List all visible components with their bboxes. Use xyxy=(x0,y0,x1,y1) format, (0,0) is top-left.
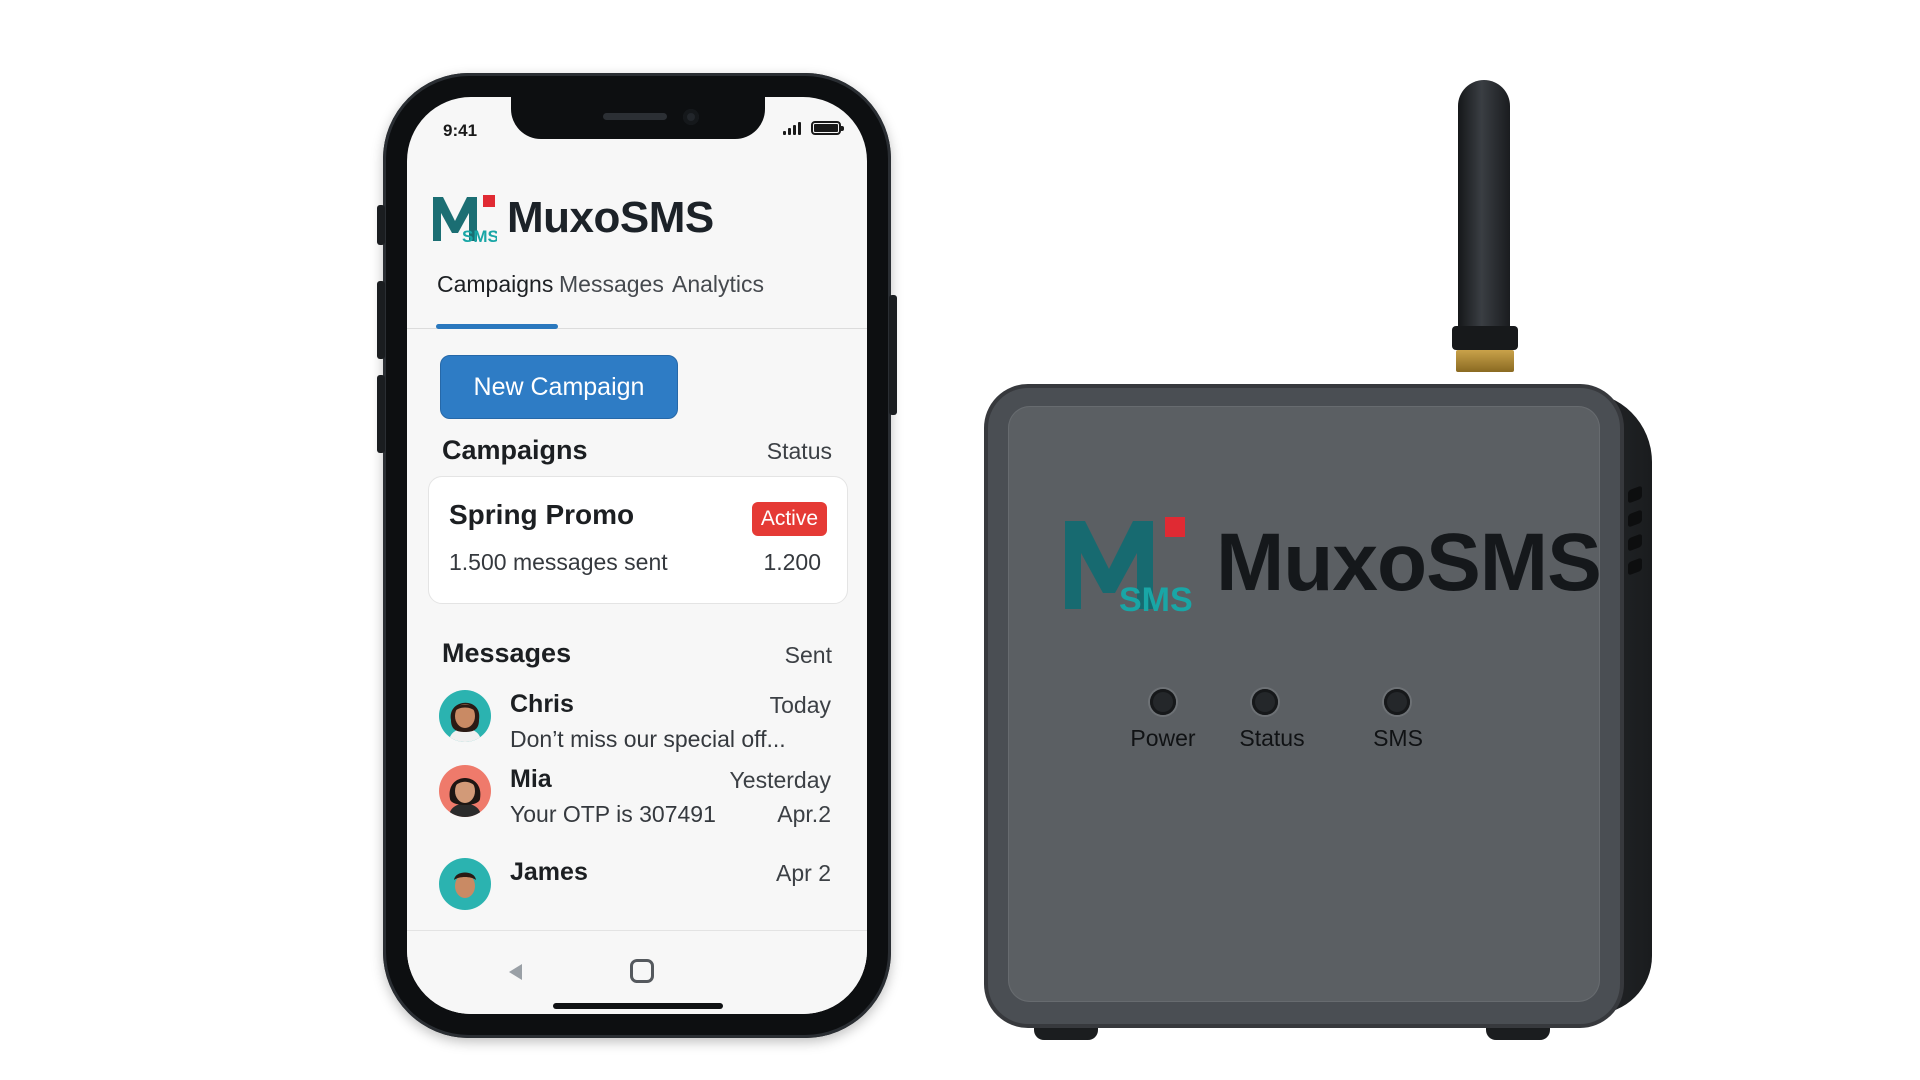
sms-gateway-device: SMS MuxoSMS Power Status SMS xyxy=(984,384,1624,1028)
muxosms-logo-mark-icon: SMS xyxy=(433,195,497,243)
logo-mark-sub-text: SMS xyxy=(1119,581,1193,613)
messages-sent-header: Sent xyxy=(784,642,832,668)
new-campaign-button[interactable]: New Campaign xyxy=(440,355,678,419)
sms-led-label: SMS xyxy=(1373,725,1423,751)
power-led-label: Power xyxy=(1130,725,1196,751)
antenna-connector xyxy=(1456,350,1514,372)
device-front-panel: SMS MuxoSMS Power Status SMS xyxy=(1008,406,1602,1002)
phone-screen: 9:41 SMS MuxoSMS Campaigns Messages Anal… xyxy=(407,97,867,1014)
tab-campaigns[interactable]: Campaigns xyxy=(437,271,553,298)
avatar-woman-icon xyxy=(449,778,481,817)
avatar-man-icon xyxy=(454,872,476,898)
avatar xyxy=(439,765,491,817)
campaign-sent-count: 1.500 messages sent xyxy=(449,549,668,575)
antenna xyxy=(1458,80,1510,332)
list-item[interactable]: Chris Today Don’t miss our special off..… xyxy=(407,690,867,766)
campaign-name: Spring Promo xyxy=(449,499,635,530)
status-badge: Active xyxy=(751,502,827,536)
sms-led-icon xyxy=(1384,689,1410,715)
home-indicator[interactable] xyxy=(553,1003,723,1009)
avatar xyxy=(439,690,491,742)
message-time: Yesterday xyxy=(729,767,831,793)
tab-messages[interactable]: Messages xyxy=(559,271,664,298)
front-camera-icon xyxy=(683,109,699,125)
volume-up-button xyxy=(377,281,385,359)
power-led-icon xyxy=(1150,689,1176,715)
campaign-card[interactable]: Spring Promo Active 1.500 messages sent … xyxy=(428,476,848,604)
home-icon[interactable] xyxy=(630,959,654,983)
logo-mark-sub-text: SMS xyxy=(462,227,497,243)
bottom-navigation xyxy=(407,930,867,1014)
mute-switch xyxy=(377,205,385,245)
device-brand-name: MuxoSMS xyxy=(1216,517,1602,608)
message-date: Apr.2 xyxy=(777,801,831,827)
device-logo: SMS MuxoSMS xyxy=(1054,513,1602,613)
list-item[interactable]: James Apr 2 xyxy=(407,858,867,934)
battery-icon xyxy=(811,121,844,135)
volume-down-button xyxy=(377,375,385,453)
campaign-delivered-count: 1.200 xyxy=(763,549,821,575)
message-sender: Mia xyxy=(510,765,552,793)
back-icon[interactable] xyxy=(509,964,522,980)
earpiece-speaker xyxy=(603,113,667,120)
status-led-icon xyxy=(1252,689,1278,715)
tab-bar: Campaigns Messages Analytics xyxy=(407,271,867,329)
app-name: MuxoSMS xyxy=(507,193,714,242)
avatar-woman-icon xyxy=(449,702,481,742)
message-time: Today xyxy=(769,692,831,718)
message-sender: Chris xyxy=(510,690,574,718)
status-bar-icons xyxy=(783,121,844,135)
smartphone: 9:41 SMS MuxoSMS Campaigns Messages Anal… xyxy=(377,73,897,1038)
app-logo: SMS MuxoSMS xyxy=(431,193,714,243)
message-time: Apr 2 xyxy=(776,860,831,886)
avatar xyxy=(439,858,491,910)
muxosms-logo-mark-icon: SMS xyxy=(1065,517,1193,613)
antenna-collar xyxy=(1452,326,1518,350)
messages-section-title: Messages xyxy=(442,638,572,668)
message-preview: Your OTP is 307491 xyxy=(510,801,716,827)
message-sender: James xyxy=(510,858,588,886)
tab-analytics[interactable]: Analytics xyxy=(672,271,764,298)
status-led-label: Status xyxy=(1239,725,1305,751)
message-preview: Don’t miss our special off... xyxy=(510,726,786,752)
campaigns-section-title: Campaigns xyxy=(442,435,588,465)
active-tab-indicator xyxy=(436,324,558,329)
list-item[interactable]: Mia Yesterday Your OTP is 307491 Apr.2 xyxy=(407,765,867,841)
status-bar-time: 9:41 xyxy=(443,121,478,140)
phone-notch xyxy=(511,97,765,139)
power-button xyxy=(889,295,897,415)
signal-icon xyxy=(783,121,801,135)
campaigns-status-header: Status xyxy=(766,438,832,464)
